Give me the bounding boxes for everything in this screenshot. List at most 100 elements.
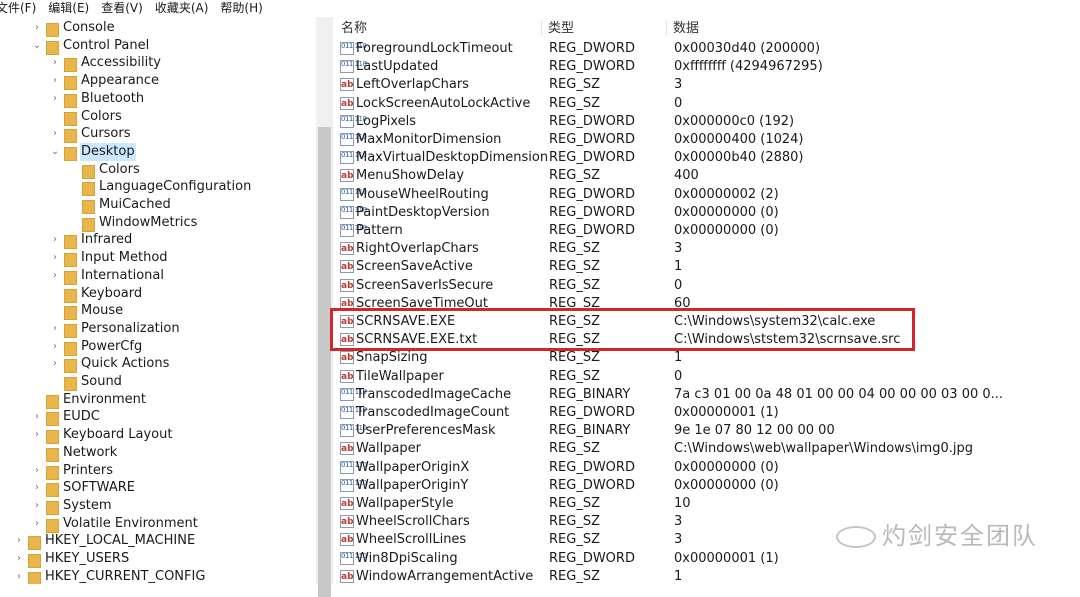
tree-item[interactable]: › Input Method (0, 249, 316, 268)
tree-item[interactable]: › Appearance (0, 72, 316, 91)
table-row[interactable]: 011 110 LogPixels REG_DWORD 0x000000c0 (192… (333, 113, 1080, 131)
table-row[interactable]: 011 110 MaxMonitorDimension REG_DWORD 0x000… (333, 131, 1080, 149)
chevron-right-icon[interactable]: › (32, 426, 42, 444)
tree-item[interactable]: › Quick Actions (0, 355, 316, 374)
registry-tree: › Console ⌄ Control Panel › Accessibility › App… (0, 19, 316, 584)
menu-item[interactable]: 收藏夹(A) (155, 0, 209, 16)
chevron-down-icon[interactable]: ⌄ (50, 143, 60, 161)
menu-bar: 文件(F) 编辑(E) 查看(V) 收藏夹(A) 帮助(H) (0, 0, 1080, 17)
chevron-right-icon[interactable]: › (14, 568, 24, 584)
chevron-right-icon[interactable]: › (32, 462, 42, 480)
column-header-data[interactable]: 数据 (673, 17, 699, 41)
value-type: REG_DWORD (549, 459, 635, 475)
table-row[interactable]: ab ScreenSaveActive REG_SZ 1 (333, 258, 1080, 276)
chevron-right-icon[interactable]: › (50, 72, 60, 90)
table-row[interactable]: 011 110 WallpaperOriginX REG_DWORD 0x000000… (333, 459, 1080, 477)
tree-item[interactable]: › PowerCfg (0, 338, 316, 356)
chevron-right-icon[interactable]: › (50, 320, 60, 338)
table-row[interactable]: ab WallpaperStyle REG_SZ 10 (333, 495, 1080, 513)
tree-item[interactable]: Colors (0, 161, 316, 179)
tree-item[interactable]: Sound (0, 373, 316, 391)
menu-item[interactable]: 编辑(E) (48, 0, 89, 16)
chevron-right-icon[interactable]: › (32, 19, 42, 37)
chevron-right-icon[interactable]: › (32, 515, 42, 533)
tree-item[interactable]: › International (0, 267, 316, 285)
chevron-right-icon[interactable]: › (50, 267, 60, 285)
table-row[interactable]: ab MenuShowDelay REG_SZ 400 (333, 167, 1080, 185)
chevron-right-icon[interactable]: › (32, 479, 42, 497)
tree-item[interactable]: › HKEY_LOCAL_MACHINE (0, 532, 316, 551)
chevron-down-icon[interactable]: ⌄ (32, 37, 42, 55)
chevron-right-icon[interactable]: › (50, 338, 60, 356)
table-row[interactable]: ab LeftOverlapChars REG_SZ 3 (333, 76, 1080, 94)
tree-item[interactable]: Mouse (0, 302, 316, 321)
column-header-name[interactable]: 名称 (341, 17, 367, 41)
tree-item[interactable]: › HKEY_CURRENT_CONFIG (0, 568, 316, 584)
menu-item[interactable]: 帮助(H) (220, 0, 262, 16)
binary-value-icon: 011 110 (340, 60, 367, 74)
tree-item[interactable]: ⌄ Desktop (0, 142, 316, 161)
tree-item[interactable]: › Volatile Environment (0, 515, 316, 533)
tree-item[interactable]: › Accessibility (0, 54, 316, 73)
tree-item[interactable]: Environment (0, 391, 316, 409)
chevron-right-icon[interactable]: › (32, 408, 42, 426)
tree-item[interactable]: › Console (0, 19, 316, 37)
tree-item[interactable]: › HKEY_USERS (0, 550, 316, 568)
wechat-icon (836, 526, 876, 548)
chevron-right-icon[interactable]: › (50, 231, 60, 249)
table-row[interactable]: ab LockScreenAutoLockActive REG_SZ 0 (333, 95, 1080, 113)
string-value-icon: ab (340, 78, 354, 92)
tree-item[interactable]: MuiCached (0, 196, 316, 214)
table-row[interactable]: ab SnapSizing REG_SZ 1 (333, 349, 1080, 367)
tree-item[interactable]: › Cursors (0, 125, 316, 144)
chevron-right-icon[interactable]: › (50, 90, 60, 108)
value-type: REG_DWORD (549, 113, 635, 129)
tree-item-label: International (81, 267, 164, 283)
tree-item[interactable]: › Infrared (0, 231, 316, 250)
tree-scrollbar[interactable] (316, 17, 333, 597)
table-row[interactable]: ab ScreenSaverIsSecure REG_SZ 0 (333, 277, 1080, 295)
tree-item[interactable]: WindowMetrics (0, 214, 316, 232)
table-row[interactable]: ab Wallpaper REG_SZ C:\Windows\web\wallpape… (333, 440, 1080, 458)
tree-item[interactable]: LanguageConfiguration (0, 178, 316, 197)
chevron-right-icon[interactable]: › (50, 355, 60, 373)
menu-item[interactable]: 文件(F) (0, 0, 36, 16)
table-row[interactable]: ab WindowArrangementActive REG_SZ 1 (333, 568, 1080, 584)
table-row[interactable]: 011 110 MouseWheelRouting REG_DWORD 0x00000… (333, 186, 1080, 204)
chevron-right-icon[interactable]: › (14, 532, 24, 550)
table-row[interactable]: 011 110 WallpaperOriginY REG_DWORD 0x000000… (333, 477, 1080, 495)
table-row[interactable]: 011 110 UserPreferencesMask REG_BINARY 9e 1… (333, 422, 1080, 440)
chevron-right-icon[interactable]: › (50, 125, 60, 143)
table-row[interactable]: 011 110 Pattern REG_DWORD 0x00000000 (0) (333, 222, 1080, 240)
column-header-type[interactable]: 类型 (548, 17, 574, 41)
table-row[interactable]: 011 110 ForegroundLockTimeout REG_DWORD 0x0… (333, 40, 1080, 58)
value-data: 400 (674, 168, 699, 184)
tree-item[interactable]: ⌄ Control Panel (0, 37, 316, 55)
tree-item[interactable]: › SOFTWARE (0, 479, 316, 498)
tree-item[interactable]: › Keyboard Layout (0, 426, 316, 445)
table-row[interactable]: 011 110 MaxVirtualDesktopDimension REG_DWO… (333, 149, 1080, 167)
table-row[interactable]: 011 110 PaintDesktopVersion REG_DWORD 0x000… (333, 204, 1080, 222)
tree-item[interactable]: › Personalization (0, 320, 316, 338)
tree-item[interactable]: Network (0, 444, 316, 462)
tree-item[interactable]: › EUDC (0, 408, 316, 427)
column-divider[interactable] (666, 20, 667, 36)
tree-item[interactable]: › Bluetooth (0, 90, 316, 108)
tree-item[interactable]: › System (0, 497, 316, 515)
chevron-right-icon[interactable]: › (50, 54, 60, 72)
chevron-right-icon[interactable]: › (32, 497, 42, 515)
scrollbar-thumb[interactable] (318, 127, 331, 597)
tree-item[interactable]: Colors (0, 108, 316, 126)
table-row[interactable]: 011 110 TranscodedImageCount REG_DWORD 0x00… (333, 404, 1080, 422)
menu-item[interactable]: 查看(V) (101, 0, 143, 16)
column-divider[interactable] (541, 20, 542, 36)
table-row[interactable]: ab RightOverlapChars REG_SZ 3 (333, 240, 1080, 258)
chevron-right-icon[interactable]: › (14, 550, 24, 568)
tree-item[interactable]: › Printers (0, 462, 316, 480)
table-row[interactable]: 011 110 Win8DpiScaling REG_DWORD 0x00000001… (333, 550, 1080, 568)
table-row[interactable]: ab TileWallpaper REG_SZ 0 (333, 368, 1080, 386)
tree-item[interactable]: Keyboard (0, 285, 316, 303)
table-row[interactable]: 011 110 TranscodedImageCache REG_BINARY 7a … (333, 386, 1080, 404)
table-row[interactable]: 011 110 LastUpdated REG_DWORD 0xffffffff (4… (333, 58, 1080, 76)
chevron-right-icon[interactable]: › (50, 249, 60, 267)
